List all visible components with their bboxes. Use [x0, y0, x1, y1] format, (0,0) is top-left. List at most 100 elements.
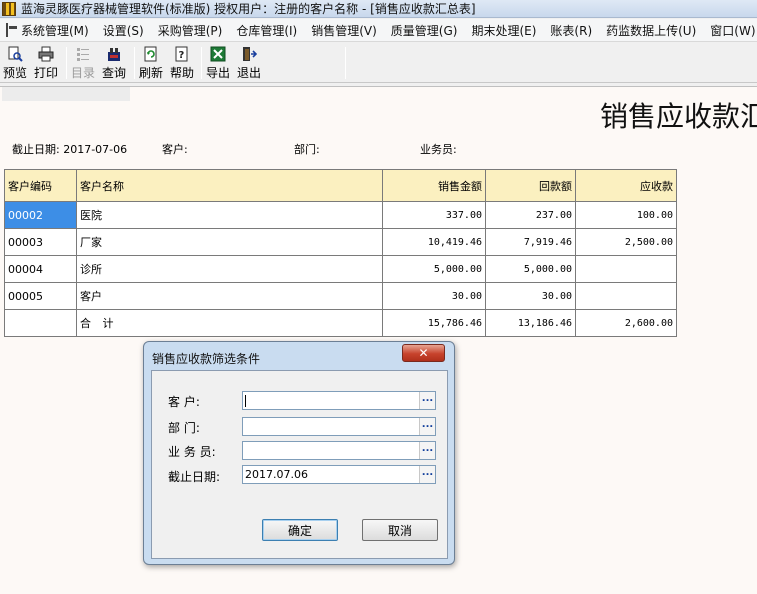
table-total-row[interactable]: 合 计 15,786.46 13,186.46 2,600.00 [4, 309, 677, 337]
customer-input[interactable]: ... [242, 391, 436, 410]
help-label: 帮助 [170, 66, 195, 80]
toolbar-separator [201, 47, 202, 79]
catalog-icon [74, 45, 92, 63]
dialog-body: 客 户: ... 部 门: ... 业 务 员: ... 截止日期: 2017.… [151, 370, 448, 559]
column-header[interactable]: 回款额 [485, 169, 576, 202]
toolbar-separator [345, 47, 346, 79]
cell-sales[interactable]: 10,419.46 [382, 228, 486, 256]
refresh-button[interactable]: 刷新 [139, 45, 163, 81]
cell-received[interactable]: 7,919.46 [485, 228, 576, 256]
cell-sales[interactable]: 337.00 [382, 201, 486, 229]
cell-received[interactable]: 5,000.00 [485, 255, 576, 283]
cell-sales[interactable]: 30.00 [382, 282, 486, 310]
column-header[interactable]: 销售金额 [382, 169, 486, 202]
excel-export-icon [209, 45, 227, 63]
cell-customer-name[interactable]: 诊所 [76, 255, 383, 283]
filter-salesperson-label: 业务员: [420, 143, 457, 156]
cell-received[interactable]: 30.00 [485, 282, 576, 310]
refresh-label: 刷新 [139, 66, 164, 80]
table-row[interactable]: 00003 厂家 10,419.46 7,919.46 2,500.00 [4, 228, 677, 256]
cell-total-code[interactable] [4, 309, 77, 337]
menu-reports[interactable]: 账表(R) [543, 22, 599, 39]
receivables-table: 客户编码 客户名称 销售金额 回款额 应收款 00002 医院 337.00 2… [4, 169, 677, 337]
salesperson-browse-button[interactable]: ... [419, 442, 435, 459]
customer-browse-button[interactable]: ... [419, 392, 435, 409]
text-cursor [245, 395, 246, 407]
svg-text:?: ? [179, 50, 185, 61]
cell-customer-code[interactable]: 00005 [4, 282, 77, 310]
table-row[interactable]: 00002 医院 337.00 237.00 100.00 [4, 201, 677, 229]
total-label[interactable]: 合 计 [76, 309, 383, 337]
title-bar: 蓝海灵豚医疗器械管理软件(标准版) 授权用户：注册的客户名称 - [销售应收款汇… [0, 0, 757, 18]
filter-department-label: 部门: [294, 143, 320, 156]
menu-period-end[interactable]: 期末处理(E) [464, 22, 543, 39]
customer-field-label: 客 户: [168, 395, 200, 409]
query-button[interactable]: 查询 [102, 45, 126, 81]
report-title: 销售应收款汇 [600, 100, 757, 133]
close-icon: ✕ [418, 346, 429, 360]
column-header[interactable]: 客户名称 [76, 169, 383, 202]
cell-customer-code[interactable]: 00004 [4, 255, 77, 283]
department-browse-button[interactable]: ... [419, 418, 435, 435]
document-window-icon[interactable] [6, 23, 17, 37]
cell-customer-code[interactable]: 00003 [4, 228, 77, 256]
print-button[interactable]: 打印 [34, 45, 58, 81]
close-button[interactable]: ✕ [402, 344, 445, 362]
date-field-label: 截止日期: [168, 470, 221, 484]
menu-settings[interactable]: 设置(S) [96, 22, 151, 39]
table-row[interactable]: 00004 诊所 5,000.00 5,000.00 [4, 255, 677, 283]
cancel-button[interactable]: 取消 [362, 519, 438, 541]
cell-receivable[interactable] [575, 255, 677, 283]
cell-received[interactable]: 237.00 [485, 201, 576, 229]
filter-dialog: 销售应收款筛选条件 ✕ 客 户: ... 部 门: ... 业 务 员: ...… [143, 341, 455, 565]
catalog-label: 目录 [71, 66, 96, 80]
menu-upload[interactable]: 药监数据上传(U) [599, 22, 703, 39]
toolbar: 预览 打印 目录 查询 刷新 ? 帮助 导出 退出 [0, 43, 757, 83]
export-button[interactable]: 导出 [206, 45, 230, 81]
exit-label: 退出 [237, 66, 262, 80]
query-icon [105, 45, 123, 63]
cell-receivable[interactable]: 2,500.00 [575, 228, 677, 256]
column-header[interactable]: 客户编码 [4, 169, 77, 202]
help-button[interactable]: ? 帮助 [170, 45, 194, 81]
filter-date-label: 截止日期: [12, 143, 60, 156]
filter-date-value: 2017-07-06 [63, 143, 128, 156]
salesperson-field-label: 业 务 员: [168, 445, 216, 459]
column-header[interactable]: 应收款 [575, 169, 677, 202]
salesperson-input[interactable]: ... [242, 441, 436, 460]
total-received[interactable]: 13,186.46 [485, 309, 576, 337]
cell-receivable[interactable] [575, 282, 677, 310]
export-label: 导出 [206, 66, 231, 80]
query-label: 查询 [102, 66, 127, 80]
menu-sales[interactable]: 销售管理(V) [304, 22, 384, 39]
app-logo-icon [2, 1, 16, 16]
cell-receivable[interactable]: 100.00 [575, 201, 677, 229]
preview-label: 预览 [3, 66, 28, 80]
date-picker-button[interactable]: ... [419, 466, 435, 483]
table-row[interactable]: 00005 客户 30.00 30.00 [4, 282, 677, 310]
menu-bar: 系统管理(M) 设置(S) 采购管理(P) 仓库管理(I) 销售管理(V) 质量… [0, 19, 757, 42]
menu-quality[interactable]: 质量管理(G) [384, 22, 465, 39]
cell-customer-code[interactable]: 00002 [4, 201, 77, 229]
total-receivable[interactable]: 2,600.00 [575, 309, 677, 337]
toolbar-separator [134, 47, 135, 79]
menu-warehouse[interactable]: 仓库管理(I) [229, 22, 304, 39]
exit-button[interactable]: 退出 [237, 45, 261, 81]
cell-customer-name[interactable]: 客户 [76, 282, 383, 310]
refresh-icon [142, 45, 160, 63]
menu-window[interactable]: 窗口(W) [703, 22, 757, 39]
menu-purchase[interactable]: 采购管理(P) [151, 22, 230, 39]
cell-customer-name[interactable]: 厂家 [76, 228, 383, 256]
ok-button[interactable]: 确定 [262, 519, 338, 541]
catalog-button[interactable]: 目录 [71, 45, 95, 81]
total-sales[interactable]: 15,786.46 [382, 309, 486, 337]
date-value: 2017.07.06 [245, 468, 308, 481]
preview-button[interactable]: 预览 [3, 45, 27, 81]
department-input[interactable]: ... [242, 417, 436, 436]
printer-icon [37, 45, 55, 63]
cell-sales[interactable]: 5,000.00 [382, 255, 486, 283]
cell-customer-name[interactable]: 医院 [76, 201, 383, 229]
menu-system[interactable]: 系统管理(M) [14, 22, 96, 39]
date-input[interactable]: 2017.07.06 ... [242, 465, 436, 484]
window-title: 蓝海灵豚医疗器械管理软件(标准版) 授权用户：注册的客户名称 - [销售应收款汇… [21, 2, 476, 16]
